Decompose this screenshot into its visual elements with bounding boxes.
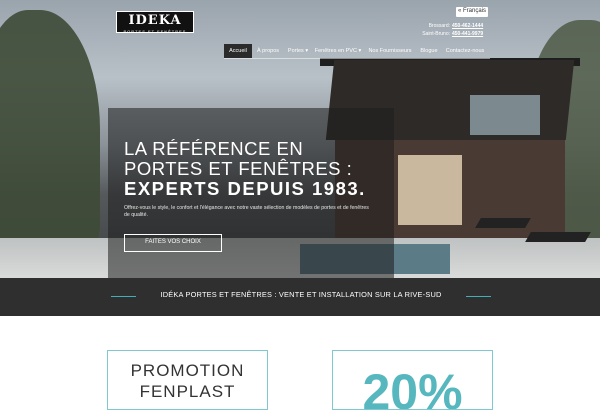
hero-tree-left [0, 10, 100, 250]
logo-name: IDEKA [128, 13, 182, 28]
house-window-upper [470, 95, 540, 135]
band-text: IDÉKA PORTES ET FENÊTRES : VENTE ET INST… [160, 290, 442, 299]
language-switch-button[interactable]: « Français [456, 7, 488, 17]
promo-card-title: PROMOTION [130, 361, 245, 380]
nav-item-fenetres[interactable]: Fenêtres en PVC ▾ [312, 44, 364, 58]
nav-item-fournisseurs[interactable]: Nos Fournisseurs [364, 44, 416, 58]
nav-item-contact[interactable]: Contactez-nous [442, 44, 488, 58]
lounge-chair [475, 218, 531, 228]
hero-heading-line1: LA RÉFÉRENCE EN [124, 138, 304, 159]
phone-number-link[interactable]: 450-462-1444 [452, 23, 483, 29]
ideka-logo[interactable]: IDEKA PORTES ET FENÊTRES [116, 11, 194, 34]
phone-brossard: Brossard: 450-462-1444 [420, 23, 490, 29]
phone-label: Brossard: [428, 23, 450, 29]
nav-item-a-propos[interactable]: À propos [252, 44, 284, 58]
hero-heading-line2: PORTES ET FENÊTRES : [124, 158, 353, 179]
logo-tagline: PORTES ET FENÊTRES [123, 29, 187, 34]
band-accent-line-left [111, 296, 136, 297]
phone-label: Saint-Bruno: [422, 31, 450, 37]
band-accent-line-right [466, 296, 491, 297]
discount-card[interactable]: 20% [332, 350, 493, 410]
house-window-lower [398, 155, 462, 225]
hero-tagline: Offrez-vous le style, le confort et l'él… [124, 205, 369, 218]
nav-divider [224, 58, 490, 59]
discount-value: 20% [362, 364, 463, 410]
nav-item-portes[interactable]: Portes ▾ [284, 44, 312, 58]
cta-button[interactable]: FAITES VOS CHOIX [124, 234, 222, 252]
nav-item-accueil[interactable]: Accueil [224, 44, 252, 58]
promo-card-subtitle: FENPLAST [139, 382, 236, 401]
nav-item-blogue[interactable]: Blogue [416, 44, 442, 58]
promo-card-fenplast[interactable]: PROMOTION FENPLAST [107, 350, 268, 410]
phone-number-link[interactable]: 450-441-9979 [452, 31, 483, 37]
lounge-chair [525, 232, 591, 242]
language-switch-label: « Français [457, 8, 486, 14]
cta-label: FAITES VOS CHOIX [145, 239, 201, 245]
phone-saint-bruno: Saint-Bruno: 450-441-9979 [420, 31, 490, 37]
hero-heading-line3: EXPERTS DEPUIS 1983. [124, 178, 366, 199]
